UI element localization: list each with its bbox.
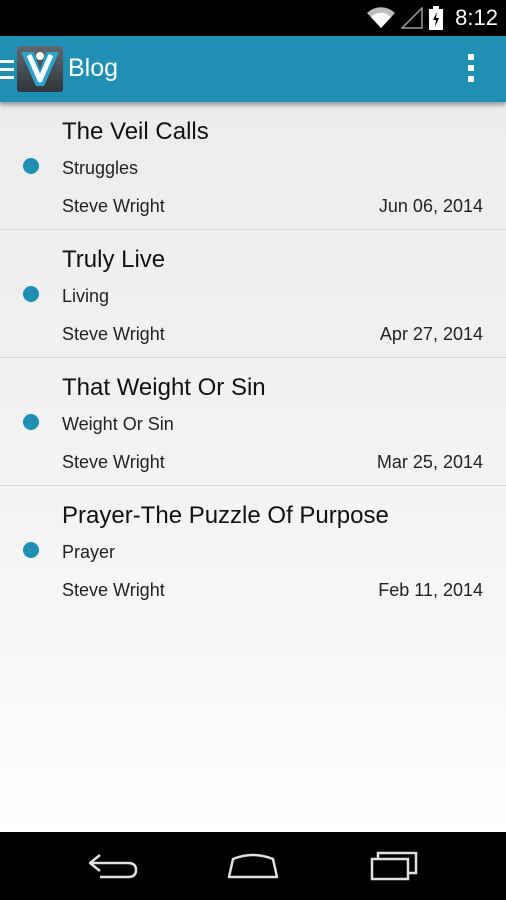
list-item[interactable]: Prayer-The Puzzle Of Purpose Prayer Stev…: [0, 486, 506, 614]
home-icon[interactable]: [225, 849, 281, 883]
overflow-menu-icon[interactable]: [466, 54, 476, 84]
post-title: That Weight Or Sin: [62, 374, 266, 401]
action-bar: Blog: [0, 36, 506, 102]
post-category: Struggles: [62, 158, 139, 178]
post-category: Weight Or Sin: [62, 414, 174, 434]
post-author: Steve Wright: [62, 452, 165, 472]
recents-icon[interactable]: [366, 849, 422, 883]
status-icons: 8:12: [367, 0, 498, 36]
post-category: Living: [62, 286, 110, 306]
post-date: Feb 11, 2014: [378, 580, 483, 600]
back-icon[interactable]: [86, 849, 142, 883]
post-date: Mar 25, 2014: [376, 452, 483, 472]
status-time: 8:12: [455, 5, 498, 30]
list-item[interactable]: The Veil Calls Struggles Steve Wright Ju…: [0, 102, 506, 230]
unread-dot-icon: [23, 414, 39, 430]
list-item[interactable]: That Weight Or Sin Weight Or Sin Steve W…: [0, 358, 506, 486]
status-bar: 8:12: [0, 0, 506, 36]
post-list: The Veil Calls Struggles Steve Wright Ju…: [0, 102, 506, 832]
post-category: Prayer: [62, 542, 116, 562]
post-author: Steve Wright: [62, 324, 165, 344]
logo-v-icon: [21, 52, 59, 86]
list-item[interactable]: Truly Live Living Steve Wright Apr 27, 2…: [0, 230, 506, 358]
page-title: Blog: [68, 54, 119, 82]
post-title: The Veil Calls: [62, 118, 209, 145]
wifi-icon: [367, 7, 396, 29]
unread-dot-icon: [23, 286, 39, 302]
post-author: Steve Wright: [62, 580, 165, 600]
post-author: Steve Wright: [62, 196, 165, 216]
unread-dot-icon: [23, 158, 39, 174]
navigation-bar: [0, 832, 506, 900]
app-logo[interactable]: [17, 46, 63, 92]
post-title: Truly Live: [62, 246, 166, 273]
battery-icon: [429, 6, 444, 30]
post-title: Prayer-The Puzzle Of Purpose: [62, 502, 389, 529]
post-date: Jun 06, 2014: [378, 196, 483, 216]
signal-icon: [401, 7, 423, 29]
drawer-icon[interactable]: [0, 60, 14, 80]
post-date: Apr 27, 2014: [379, 324, 483, 344]
unread-dot-icon: [23, 542, 39, 558]
